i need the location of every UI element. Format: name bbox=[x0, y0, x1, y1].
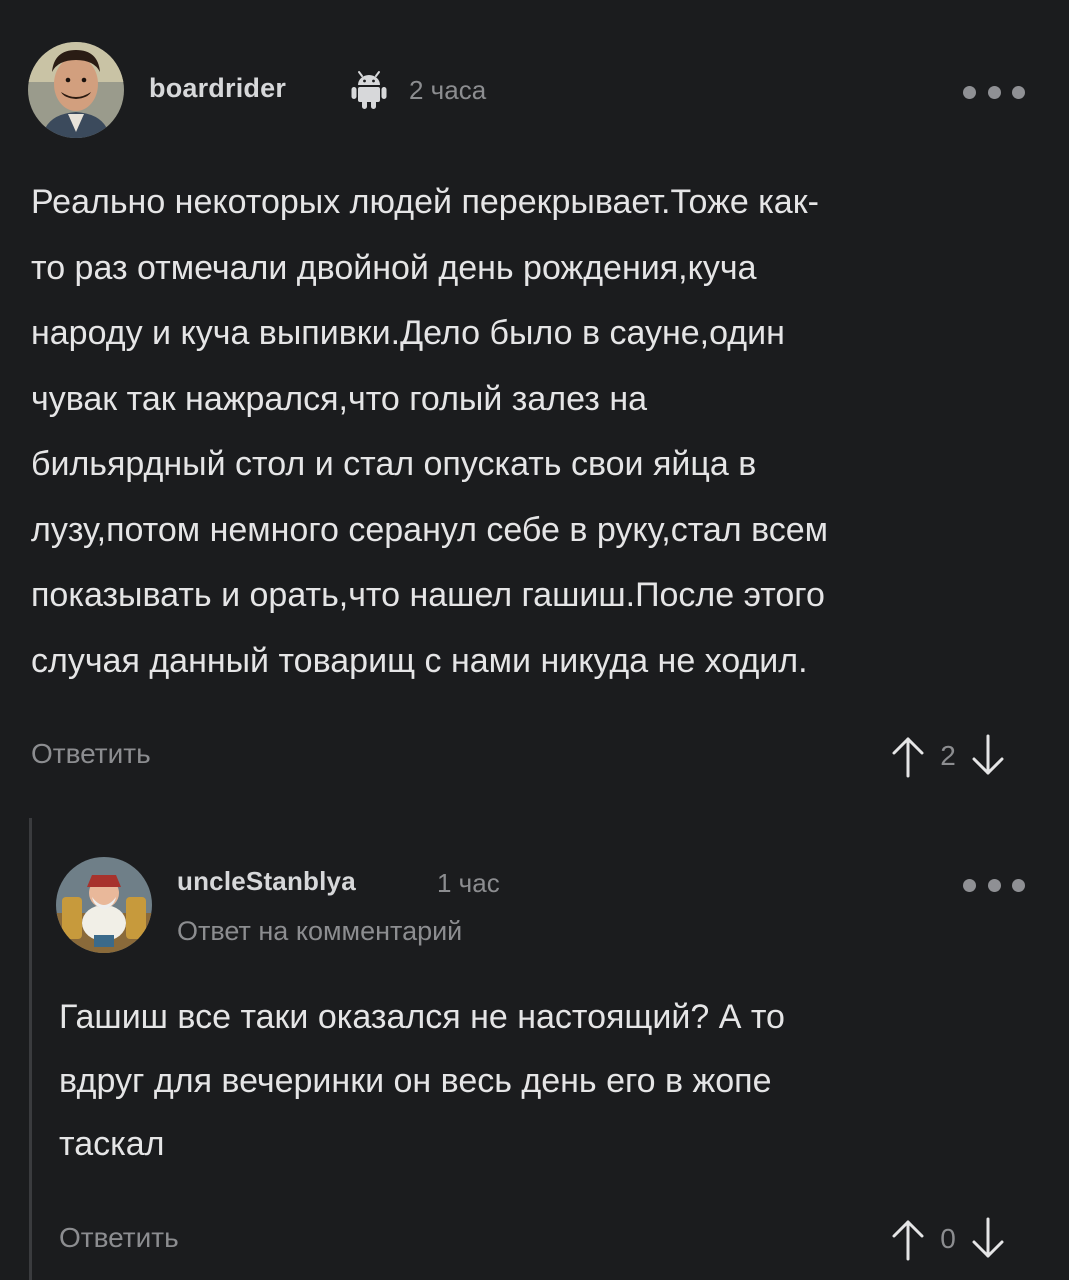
vote-control: 2 bbox=[886, 733, 1010, 779]
reply-button[interactable]: Ответить bbox=[31, 738, 151, 770]
comment-text: Гашиш все таки оказался не настоящий? А … bbox=[59, 986, 785, 1177]
dot-icon bbox=[963, 85, 976, 99]
arrow-up-icon[interactable] bbox=[886, 1216, 930, 1262]
comment-line: Реально некоторых людей перекрывает.Тоже… bbox=[31, 183, 819, 221]
timestamp: 1 час bbox=[437, 868, 500, 898]
comment-line: Гашиш все таки оказался не настоящий? А … bbox=[59, 998, 785, 1036]
comment-line: случая данный товарищ с нами никуда не х… bbox=[31, 641, 808, 680]
comment-line: бильярдный стол и стал опускать свои яйц… bbox=[31, 445, 757, 483]
vote-control: 0 bbox=[886, 1216, 1010, 1262]
comment-line: вдруг для вечеринки он весь день его в ж… bbox=[59, 1061, 772, 1100]
username[interactable]: boardrider bbox=[149, 73, 286, 104]
rating-count: 0 bbox=[940, 1223, 956, 1254]
dot-icon bbox=[963, 878, 976, 892]
thread-line bbox=[29, 818, 32, 1280]
more-options-button[interactable] bbox=[963, 874, 1025, 896]
comment-line: то раз отмечали двойной день рождения,ку… bbox=[31, 248, 757, 287]
android-icon bbox=[351, 71, 387, 109]
comment-line: таскал bbox=[59, 1125, 165, 1163]
dot-icon bbox=[987, 85, 1001, 99]
avatar[interactable] bbox=[28, 42, 124, 138]
username[interactable]: uncleStanblya bbox=[177, 866, 356, 897]
reply-to-link[interactable]: Ответ на комментарий bbox=[177, 916, 462, 947]
user-avatar-image bbox=[28, 42, 124, 138]
arrow-down-icon[interactable] bbox=[966, 1216, 1010, 1262]
rating-count: 2 bbox=[940, 740, 956, 771]
comment-line: чувак так нажрался,что голый залез на bbox=[31, 379, 648, 418]
avatar[interactable] bbox=[56, 857, 152, 953]
dot-icon bbox=[987, 878, 1001, 892]
arrow-up-icon[interactable] bbox=[886, 733, 930, 779]
comment-text: Реально некоторых людей перекрывает.Тоже… bbox=[31, 170, 828, 694]
comment-line: показывать и орать,что нашел гашиш.После… bbox=[31, 576, 825, 614]
reply-button[interactable]: Ответить bbox=[59, 1222, 179, 1254]
dot-icon bbox=[1012, 878, 1025, 892]
comment-thread: boardrider 2 часа Реально некоторых люде… bbox=[0, 0, 1069, 1280]
arrow-down-icon[interactable] bbox=[966, 733, 1010, 779]
user-avatar-image bbox=[56, 857, 152, 953]
comment-line: народу и куча выпивки.Дело было в сауне,… bbox=[31, 314, 785, 352]
comment-line: лузу,потом немного серанул себе в руку,с… bbox=[31, 510, 829, 549]
dot-icon bbox=[1012, 85, 1025, 99]
timestamp: 2 часа bbox=[409, 75, 487, 105]
more-options-button[interactable] bbox=[963, 81, 1025, 103]
